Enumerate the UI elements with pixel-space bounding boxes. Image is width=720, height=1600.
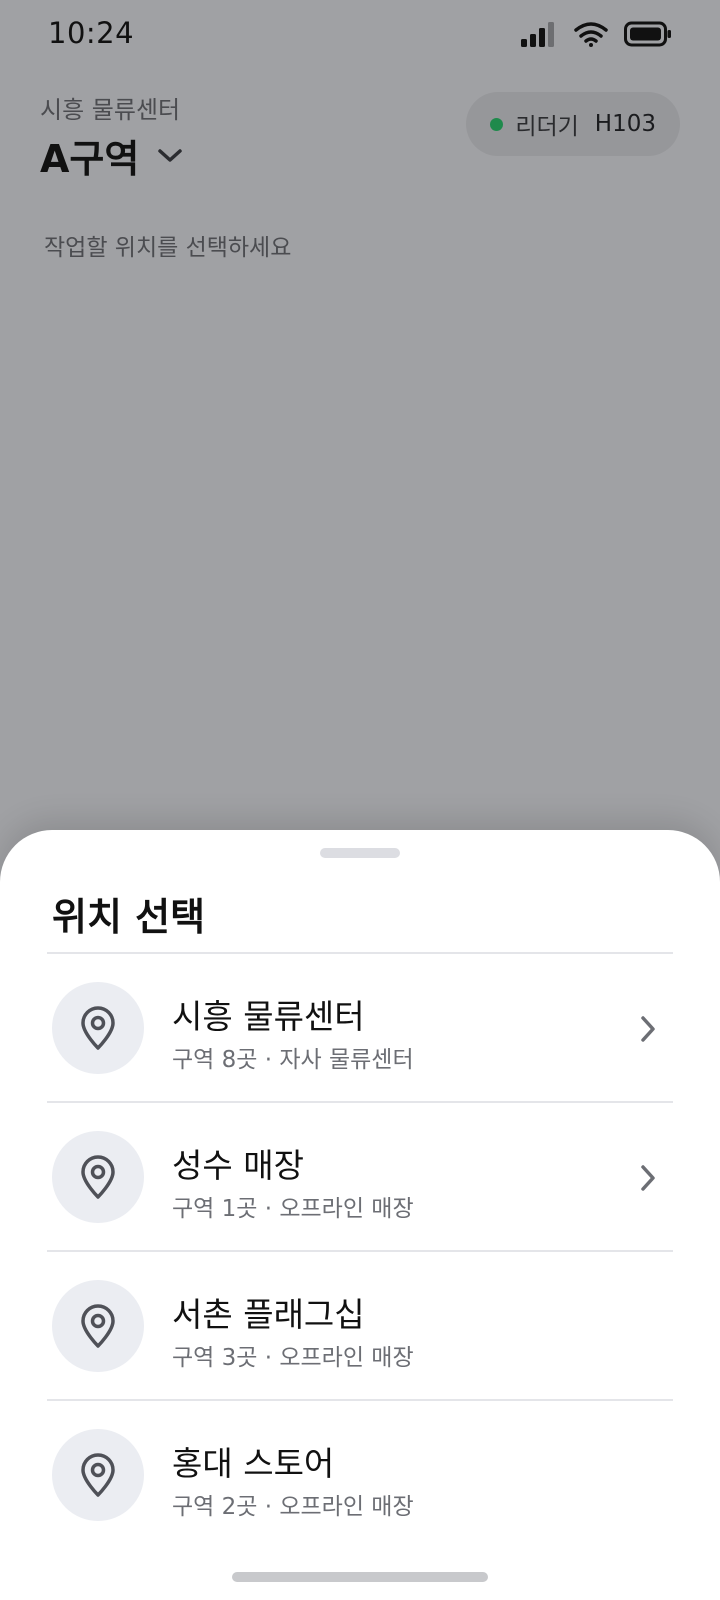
location-item-seochon[interactable]: 서촌 플래그십 구역 3곳 · 오프라인 매장 bbox=[47, 1250, 673, 1399]
location-description: 구역 3곳 · 오프라인 매장 bbox=[172, 1345, 414, 1371]
location-name: 서촌 플래그십 bbox=[172, 1295, 365, 1334]
device-id: H103 bbox=[594, 111, 656, 137]
location-icon-container bbox=[52, 1131, 144, 1223]
signal-icon bbox=[521, 22, 554, 47]
map-pin-icon bbox=[81, 1006, 115, 1050]
location-list: 시흥 물류센터 구역 8곳 · 자사 물류센터 성수 매장 구역 1곳 · 오프… bbox=[47, 952, 673, 1548]
location-name: 시흥 물류센터 bbox=[172, 997, 365, 1036]
chevron-right-icon bbox=[641, 1165, 655, 1191]
status-icons bbox=[520, 20, 672, 48]
location-description: 구역 2곳 · 오프라인 매장 bbox=[172, 1494, 414, 1520]
location-item-hongdae[interactable]: 홍대 스토어 구역 2곳 · 오프라인 매장 bbox=[47, 1399, 673, 1548]
location-item-siheung[interactable]: 시흥 물류센터 구역 8곳 · 자사 물류센터 bbox=[47, 952, 673, 1101]
zone-title: A구역 bbox=[40, 137, 140, 181]
device-label: 리더기 bbox=[515, 114, 579, 140]
wifi-icon bbox=[574, 22, 608, 47]
location-item-seongsu[interactable]: 성수 매장 구역 1곳 · 오프라인 매장 bbox=[47, 1101, 673, 1250]
location-bottom-sheet: 위치 선택 시흥 물류센터 구역 8곳 · 자사 물류센터 성수 매장 구역 1… bbox=[0, 830, 720, 1600]
location-name: 홍대 스토어 bbox=[172, 1444, 335, 1483]
location-name: 성수 매장 bbox=[172, 1146, 304, 1185]
status-bar: 10:24 bbox=[0, 0, 720, 70]
chevron-right-icon bbox=[641, 1016, 655, 1042]
connection-status-dot bbox=[490, 117, 504, 131]
instruction-text: 작업할 위치를 선택하세요 bbox=[44, 235, 292, 261]
battery-icon bbox=[624, 21, 671, 47]
device-badge[interactable]: 리더기 H103 bbox=[466, 92, 680, 156]
location-subtitle: 시흥 물류센터 bbox=[40, 96, 181, 124]
location-icon-container bbox=[52, 1429, 144, 1521]
sheet-title: 위치 선택 bbox=[52, 895, 206, 939]
status-time: 10:24 bbox=[48, 16, 135, 50]
map-pin-icon bbox=[81, 1304, 115, 1348]
home-indicator[interactable] bbox=[232, 1572, 488, 1582]
chevron-down-icon bbox=[158, 148, 183, 162]
map-pin-icon bbox=[81, 1453, 115, 1497]
app-screen: 10:24 시흥 물류센터 A구역 리더기 H103 작업할 위치를 선택하세요… bbox=[0, 0, 720, 1600]
location-icon-container bbox=[52, 1280, 144, 1372]
zone-selector[interactable]: A구역 bbox=[40, 128, 183, 183]
sheet-drag-handle[interactable] bbox=[320, 848, 400, 858]
map-pin-icon bbox=[81, 1155, 115, 1199]
location-description: 구역 8곳 · 자사 물류센터 bbox=[172, 1047, 414, 1073]
location-description: 구역 1곳 · 오프라인 매장 bbox=[172, 1196, 414, 1222]
location-icon-container bbox=[52, 982, 144, 1074]
